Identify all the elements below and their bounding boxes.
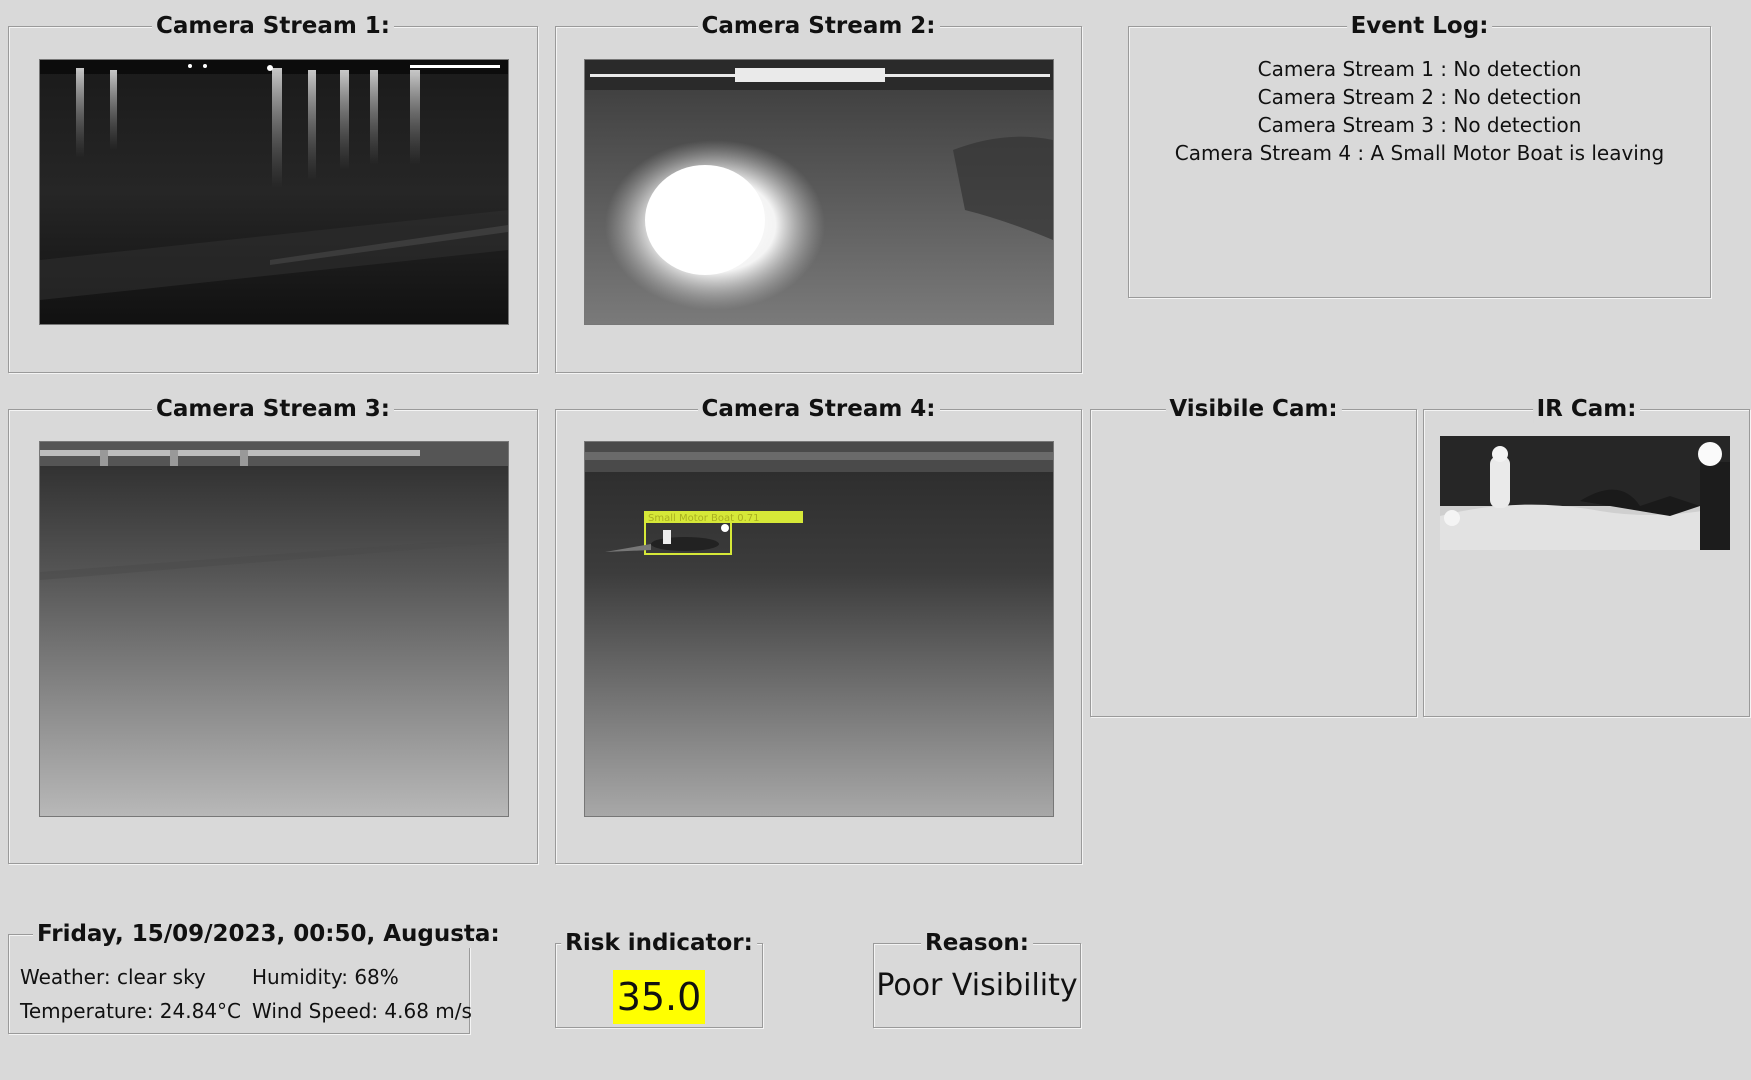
reason-title: Reason: bbox=[921, 929, 1033, 957]
camera-stream-3-feed bbox=[39, 441, 509, 817]
reason-panel: Reason: Poor Visibility bbox=[873, 929, 1081, 1028]
camera-stream-4-title: Camera Stream 4: bbox=[697, 395, 940, 423]
wind-speed-text: Wind Speed: 4.68 m/s bbox=[252, 999, 472, 1023]
camera-stream-2-title: Camera Stream 2: bbox=[697, 12, 940, 40]
weather-text: Weather: clear sky bbox=[20, 965, 206, 989]
camera-stream-1-panel: Camera Stream 1: bbox=[8, 12, 538, 373]
date-location-header: Friday, 15/09/2023, 00:50, Augusta: bbox=[33, 920, 504, 948]
camera-stream-2-panel: Camera Stream 2: bbox=[555, 12, 1082, 373]
ir-cam-image bbox=[1440, 436, 1730, 550]
camera-stream-1-image bbox=[40, 60, 508, 324]
visible-cam-panel: Visibile Cam: bbox=[1090, 395, 1417, 717]
camera-stream-4-feed: Small Motor Boat 0.71 bbox=[584, 441, 1054, 817]
event-log-title: Event Log: bbox=[1346, 12, 1493, 40]
event-log-entry: Camera Stream 2 : No detection bbox=[1257, 85, 1582, 109]
event-log-entry: Camera Stream 4 : A Small Motor Boat is … bbox=[1174, 141, 1665, 165]
camera-stream-1-feed bbox=[39, 59, 509, 325]
detection-label: Small Motor Boat 0.71 bbox=[648, 513, 760, 524]
visible-cam-title: Visibile Cam: bbox=[1165, 395, 1342, 423]
event-log-list: Camera Stream 1 : No detection Camera St… bbox=[1129, 55, 1710, 167]
ir-cam-panel: IR Cam: bbox=[1423, 395, 1750, 717]
risk-indicator-title: Risk indicator: bbox=[561, 929, 757, 957]
camera-stream-2-image bbox=[585, 60, 1053, 324]
weather-info-panel: Friday, 15/09/2023, 00:50, Augusta: Weat… bbox=[8, 920, 504, 1034]
event-log-entry: Camera Stream 3 : No detection bbox=[1257, 113, 1582, 137]
camera-stream-3-title: Camera Stream 3: bbox=[151, 395, 395, 423]
risk-indicator-panel: Risk indicator: 35.0 bbox=[555, 929, 763, 1028]
reason-value: Poor Visibility bbox=[876, 968, 1078, 1003]
camera-stream-1-title: Camera Stream 1: bbox=[151, 12, 395, 40]
risk-value: 35.0 bbox=[613, 970, 705, 1024]
humidity-text: Humidity: 68% bbox=[252, 965, 399, 989]
ir-cam-title: IR Cam: bbox=[1532, 395, 1641, 423]
camera-stream-4-image: Small Motor Boat 0.71 bbox=[585, 442, 1053, 816]
ir-cam-feed bbox=[1440, 436, 1730, 550]
event-log-panel: Event Log: Camera Stream 1 : No detectio… bbox=[1128, 12, 1711, 298]
event-log-entry: Camera Stream 1 : No detection bbox=[1257, 57, 1582, 81]
temperature-text: Temperature: 24.84°C bbox=[20, 999, 242, 1023]
camera-stream-4-panel: Camera Stream 4: Small Motor Boat 0.71 bbox=[555, 395, 1082, 864]
camera-stream-2-feed bbox=[584, 59, 1054, 325]
camera-stream-3-image bbox=[40, 442, 508, 816]
camera-stream-3-panel: Camera Stream 3: bbox=[8, 395, 538, 864]
